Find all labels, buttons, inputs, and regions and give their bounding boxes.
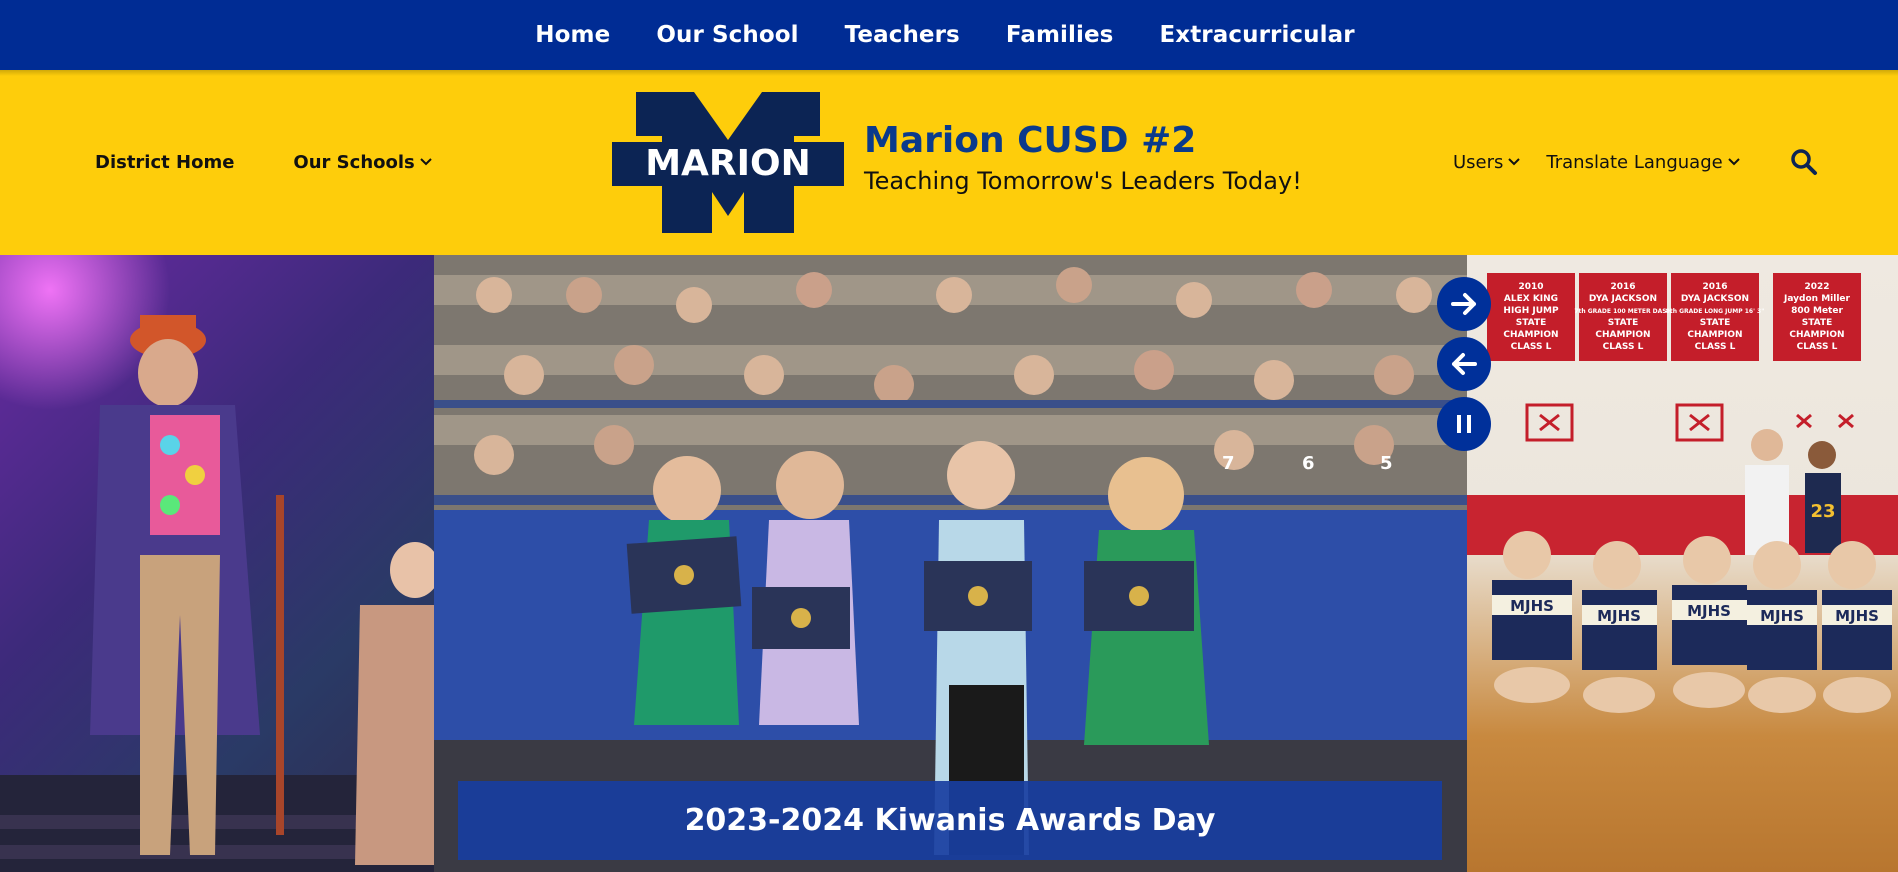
top-nav-list: Home Our School Teachers Families Extrac… (535, 22, 1354, 48)
slideshow-pause-button[interactable] (1437, 397, 1491, 451)
banner-line: CHAMPION (1687, 330, 1742, 340)
our-schools-label: Our Schools (293, 152, 415, 173)
slide-current-image[interactable]: 7 6 5 (434, 255, 1467, 872)
site-title[interactable]: Marion CUSD #2 (864, 120, 1302, 161)
nav-home[interactable]: Home (535, 22, 610, 48)
banner-line: CHAMPION (1503, 330, 1558, 340)
school-logo[interactable]: MARION (612, 92, 844, 233)
nav-our-school[interactable]: Our School (656, 22, 798, 48)
site-tagline: Teaching Tomorrow's Leaders Today! (864, 167, 1302, 195)
header-right-links: Users Translate Language (1453, 152, 1740, 173)
banner-line: CLASS L (1695, 342, 1736, 352)
translate-label: Translate Language (1546, 152, 1723, 173)
slide-previous-image[interactable] (0, 255, 434, 872)
banner-line: STATE (1608, 318, 1638, 328)
banner-line: CHAMPION (1595, 330, 1650, 340)
seat-number: 7 (1222, 453, 1235, 474)
banner-name: Jaydon Miller (1783, 294, 1850, 304)
banner-event: HIGH JUMP (1503, 306, 1559, 316)
site-brand: Marion CUSD #2 Teaching Tomorrow's Leade… (864, 120, 1302, 195)
nav-families[interactable]: Families (1006, 22, 1114, 48)
banner-event: 7th GRADE 100 METER DASH (1574, 308, 1671, 315)
uniform-text: MJHS (1835, 607, 1879, 625)
chevron-down-icon (1508, 157, 1521, 168)
uniform-text: MJHS (1597, 607, 1641, 625)
banner-line: CLASS L (1797, 342, 1838, 352)
translate-language-dropdown[interactable]: Translate Language (1546, 152, 1740, 173)
seat-number: 5 (1380, 453, 1393, 474)
pause-icon (1457, 415, 1471, 433)
seat-number: 6 (1302, 453, 1315, 474)
users-dropdown[interactable]: Users (1453, 152, 1521, 173)
image-slideshow: 7 6 5 2010 ALEX KING HIGH JUMP STATE CHA… (0, 255, 1898, 872)
header-left-links: District Home Our Schools (95, 152, 432, 173)
banner-year: 2022 (1804, 282, 1829, 292)
district-home-link[interactable]: District Home (95, 152, 234, 173)
banner-line: STATE (1700, 318, 1730, 328)
slideshow-next-button[interactable] (1437, 277, 1491, 331)
slideshow-previous-button[interactable] (1437, 337, 1491, 391)
arrow-left-icon (1452, 353, 1477, 375)
jersey-number: 23 (1810, 501, 1835, 522)
arrow-right-icon (1451, 293, 1476, 315)
banner-name: ALEX KING (1504, 294, 1558, 304)
nav-extracurricular[interactable]: Extracurricular (1159, 22, 1354, 48)
banner-line: CLASS L (1511, 342, 1552, 352)
chevron-down-icon (420, 157, 432, 168)
search-icon[interactable] (1790, 148, 1818, 176)
banner-event: 800 Meter (1791, 306, 1843, 316)
uniform-text: MJHS (1510, 597, 1554, 615)
users-label: Users (1453, 152, 1504, 173)
banner-year: 2016 (1702, 282, 1727, 292)
uniform-text: MJHS (1687, 602, 1731, 620)
slide-next-image[interactable]: 2010 ALEX KING HIGH JUMP STATE CHAMPION … (1467, 255, 1898, 872)
uniform-text: MJHS (1760, 607, 1804, 625)
logo-text: MARION (645, 143, 811, 184)
banner-line: CLASS L (1603, 342, 1644, 352)
banner-line: STATE (1516, 318, 1546, 328)
banner-line: STATE (1802, 318, 1832, 328)
banner-name: DYA JACKSON (1681, 294, 1749, 304)
banner-line: CHAMPION (1789, 330, 1844, 340)
chevron-down-icon (1727, 157, 1740, 168)
slide-caption: 2023-2024 Kiwanis Awards Day (458, 781, 1442, 860)
banner-year: 2016 (1610, 282, 1635, 292)
nav-teachers[interactable]: Teachers (845, 22, 960, 48)
top-navigation: Home Our School Teachers Families Extrac… (0, 0, 1898, 70)
banner-event: 8th GRADE LONG JUMP 16' 3" (1666, 308, 1765, 315)
banner-year: 2010 (1518, 282, 1543, 292)
banner-name: DYA JACKSON (1589, 294, 1657, 304)
header-shadow (0, 70, 1898, 76)
our-schools-dropdown[interactable]: Our Schools (293, 152, 432, 173)
